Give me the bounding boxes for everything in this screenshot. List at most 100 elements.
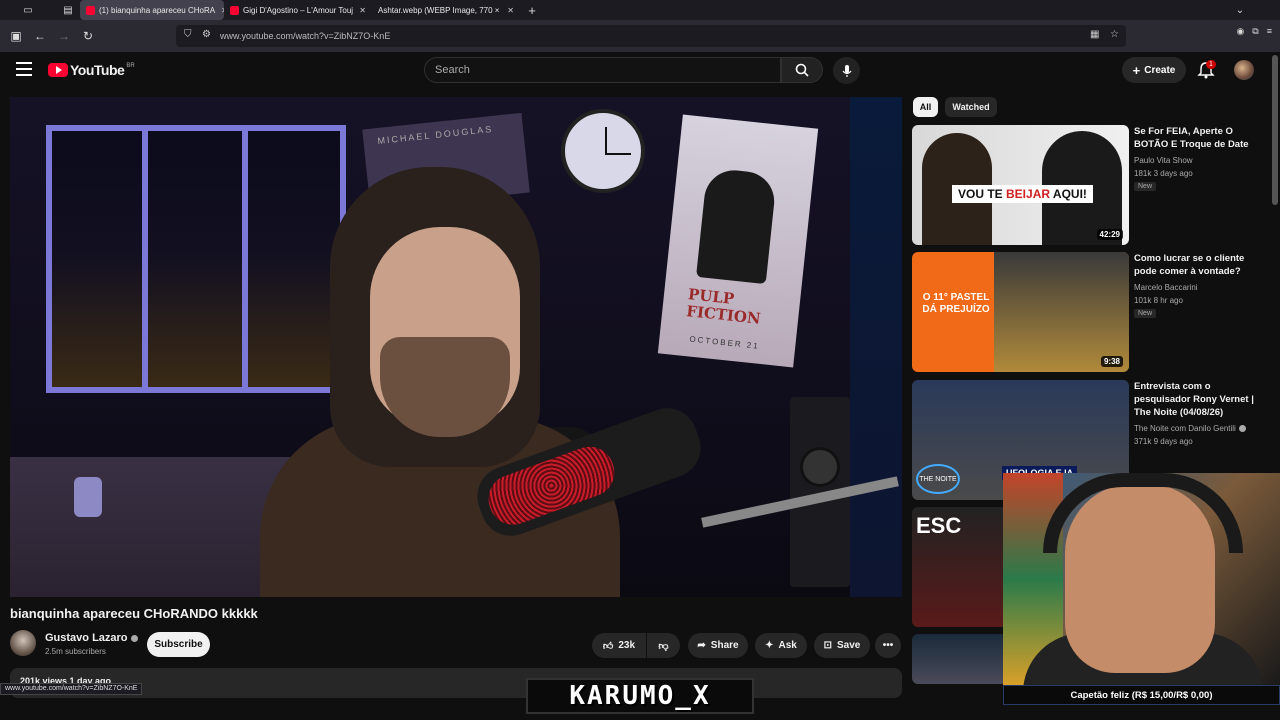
extensions-icon[interactable]: ⧉: [1252, 26, 1258, 37]
chip-watched[interactable]: Watched: [945, 97, 997, 117]
sparkle-icon: ✦: [765, 640, 774, 651]
recommendation-channel[interactable]: The Noite com Danilo Gentili: [1134, 424, 1246, 433]
sidebar-toggle-icon[interactable]: ▭: [0, 0, 56, 20]
video-scene-poster: PULP FICTION OCTOBER 21: [657, 114, 819, 368]
channel-avatar[interactable]: [10, 630, 36, 656]
video-player[interactable]: MICHAEL DOUGLAS PULP FICTION OCTOBER 21: [10, 97, 902, 597]
picture-in-picture-icon[interactable]: ▦: [1090, 29, 1099, 40]
donation-goal-banner: Capetão feliz (R$ 15,00/R$ 0,00): [1003, 685, 1280, 705]
poster-date-text: OCTOBER 21: [689, 334, 761, 351]
save-button[interactable]: ⊡ Save: [814, 633, 870, 658]
permissions-icon[interactable]: ⚙: [202, 29, 211, 40]
page-scrollbar[interactable]: [1272, 55, 1278, 205]
recommendation-channel[interactable]: Marcelo Baccarini: [1134, 283, 1198, 292]
more-icon: •••: [882, 640, 894, 651]
url-bar[interactable]: ⛉ ⚙ www.youtube.com/watch?v=ZibNZ7O-KnE …: [176, 25, 1126, 47]
browser-tab-youtube[interactable]: (1) bianquinha apareceu CHoRA ✕: [80, 0, 224, 20]
hamburger-menu-icon[interactable]: [16, 62, 32, 76]
like-count: 23k: [618, 640, 636, 651]
thumbnail-text: O 11° PASTEL DÁ PREJUÍZO: [922, 292, 990, 315]
chip-all[interactable]: All: [913, 97, 938, 117]
url-text: www.youtube.com/watch?v=ZibNZ7O-KnE: [220, 31, 391, 41]
new-badge: New: [1134, 309, 1157, 318]
streamer-webcam: [1003, 473, 1280, 685]
search-button[interactable]: [781, 57, 823, 83]
new-tab-button[interactable]: +: [520, 0, 544, 20]
youtube-logo[interactable]: YouTube BR: [48, 62, 135, 78]
close-tab-icon[interactable]: ✕: [507, 6, 514, 15]
youtube-logo-text: YouTube: [70, 62, 125, 78]
thumbs-up-icon: 👍︎: [602, 640, 614, 652]
save-label: Save: [837, 640, 861, 651]
recommendation-channel[interactable]: Paulo Vita Show: [1134, 156, 1193, 165]
subscribe-button[interactable]: Subscribe: [147, 632, 210, 657]
recommendation-title[interactable]: Entrevista com o pesquisador Rony Vernet…: [1134, 380, 1264, 419]
video-scene-person: [240, 167, 620, 597]
tab-label: (1) bianquinha apareceu CHoRA: [99, 5, 216, 15]
youtube-header: YouTube BR Search + Create 1: [0, 52, 1280, 92]
recommendation-meta: 181k 3 days ago: [1134, 169, 1193, 178]
streamer-name-tag: KARUMO_X: [526, 678, 754, 714]
verified-icon: [130, 634, 138, 642]
youtube-favicon-icon: [86, 5, 95, 15]
video-scene-roll: [74, 477, 102, 517]
tab-overview-icon[interactable]: ▤: [56, 0, 80, 20]
tab-label: Gigi D'Agostino – L'Amour Toujo: [243, 5, 354, 15]
create-button[interactable]: + Create: [1122, 57, 1186, 83]
toolbar-right: ◉ ⧉ ≡: [1236, 26, 1272, 37]
description-box[interactable]: 201k views 1 day ago: [10, 668, 902, 698]
bookmark-star-icon[interactable]: ☆: [1110, 29, 1119, 40]
dislike-button[interactable]: 👎︎: [647, 633, 680, 658]
thumbnail-text: ESC: [916, 513, 962, 538]
video-title: bianquinha apareceu CHoRANDO kkkkk: [10, 606, 258, 621]
new-badge: New: [1134, 182, 1157, 191]
share-icon: ➦: [697, 640, 706, 651]
country-code: BR: [126, 63, 135, 69]
reload-icon[interactable]: ↻: [76, 24, 100, 48]
voice-search-button[interactable]: [833, 57, 860, 84]
thumbs-down-icon: 👎︎: [658, 640, 669, 652]
recommendation-meta: 371k 9 days ago: [1134, 437, 1193, 446]
recommendation-item[interactable]: O 11° PASTEL DÁ PREJUÍZO 9:38 Como lucra…: [912, 252, 1270, 372]
forward-icon[interactable]: →: [52, 24, 76, 48]
more-actions-button[interactable]: •••: [875, 633, 901, 658]
share-button[interactable]: ➦ Share: [688, 633, 748, 658]
browser-tab-strip: ▭ ▤ (1) bianquinha apareceu CHoRA ✕ Gigi…: [0, 0, 1280, 20]
channel-name[interactable]: Gustavo Lazaro: [45, 632, 138, 644]
shield-icon[interactable]: ⛉: [184, 29, 192, 40]
browser-tab-ashtar[interactable]: Ashtar.webp (WEBP Image, 770 × 1 ✕: [372, 0, 520, 20]
close-tab-icon[interactable]: ✕: [359, 6, 366, 15]
recommendation-thumbnail[interactable]: O 11° PASTEL DÁ PREJUÍZO 9:38: [912, 252, 1129, 372]
youtube-play-icon: [48, 63, 68, 77]
save-icon: ⊡: [823, 640, 833, 651]
create-label: Create: [1144, 64, 1176, 76]
like-button[interactable]: 👍︎ 23k: [592, 633, 646, 658]
recommendation-title[interactable]: Se For FEIA, Aperte O BOTÃO E Troque de …: [1134, 125, 1264, 151]
browser-tab-gigi[interactable]: Gigi D'Agostino – L'Amour Toujo ✕: [224, 0, 372, 20]
tab-label: Ashtar.webp (WEBP Image, 770 × 1: [378, 5, 502, 15]
plus-icon: +: [1132, 62, 1141, 78]
headphones: [1043, 473, 1243, 553]
account-icon[interactable]: ◉: [1236, 26, 1244, 37]
search-icon: [795, 63, 809, 77]
recommendation-item[interactable]: VOU TE BEIJAR AQUI! 42:29 Se For FEIA, A…: [912, 125, 1270, 245]
poster-title-text: PULP FICTION: [685, 285, 762, 328]
status-bar-url: www.youtube.com/watch?v=ZibNZ7O-KnE: [0, 683, 143, 695]
sidebar-icon[interactable]: ▣: [4, 24, 28, 48]
md-poster-text: MICHAEL DOUGLAS: [377, 123, 494, 147]
video-edge: [850, 97, 902, 597]
recommendation-thumbnail[interactable]: VOU TE BEIJAR AQUI! 42:29: [912, 125, 1129, 245]
user-avatar[interactable]: [1234, 60, 1254, 80]
back-icon[interactable]: ←: [28, 24, 52, 48]
thumbnail-text: VOU TE BEIJAR AQUI!: [952, 185, 1093, 203]
tab-list-chevron-icon[interactable]: ⌄: [1228, 0, 1252, 20]
app-menu-icon[interactable]: ≡: [1267, 26, 1272, 37]
browser-navbar: ▣ ← → ↻ ⛉ ⚙ www.youtube.com/watch?v=ZibN…: [0, 20, 1280, 52]
subscriber-count: 2.5m subscribers: [45, 647, 106, 656]
recommendation-title[interactable]: Como lucrar se o cliente pode comer à vo…: [1134, 252, 1264, 278]
thumbnail-logo: THE NOITE: [916, 464, 960, 494]
search-input[interactable]: Search: [424, 57, 781, 83]
channel-name-text: Gustavo Lazaro: [45, 632, 128, 644]
ask-label: Ask: [778, 640, 797, 651]
ask-button[interactable]: ✦ Ask: [755, 633, 807, 658]
